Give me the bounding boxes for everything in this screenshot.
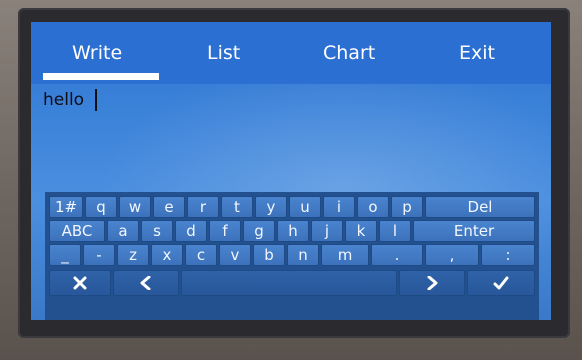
check-icon: [493, 276, 509, 290]
key-close[interactable]: [49, 270, 111, 296]
key-l[interactable]: l: [379, 220, 411, 242]
key-confirm[interactable]: [467, 270, 535, 296]
key-v[interactable]: v: [219, 244, 251, 266]
key-p[interactable]: p: [391, 196, 423, 218]
key-a[interactable]: a: [107, 220, 139, 242]
device-frame: Write List Chart Exit hello 1# q w e r t…: [0, 0, 582, 360]
key-y[interactable]: y: [255, 196, 287, 218]
key-r[interactable]: r: [187, 196, 219, 218]
key-space[interactable]: [181, 270, 397, 296]
key-cursor-right[interactable]: [399, 270, 465, 296]
key-n[interactable]: n: [287, 244, 319, 266]
tab-list[interactable]: List: [207, 42, 240, 64]
key-m[interactable]: m: [321, 244, 369, 266]
tab-chart[interactable]: Chart: [323, 42, 375, 64]
key-s[interactable]: s: [141, 220, 173, 242]
arrow-left-icon: [140, 276, 151, 290]
key-period[interactable]: .: [371, 244, 423, 266]
key-e[interactable]: e: [153, 196, 185, 218]
tab-write[interactable]: Write: [72, 42, 122, 64]
editor-text: hello: [43, 90, 85, 110]
key-symbols[interactable]: 1#: [49, 196, 83, 218]
on-screen-keyboard: 1# q w e r t y u i o p Del ABC a s d f g…: [45, 192, 539, 320]
key-k[interactable]: k: [345, 220, 377, 242]
arrow-right-icon: [427, 276, 438, 290]
key-x[interactable]: x: [151, 244, 183, 266]
key-t[interactable]: t: [221, 196, 253, 218]
tab-bar: Write List Chart Exit: [31, 22, 551, 84]
key-h[interactable]: h: [277, 220, 309, 242]
key-enter[interactable]: Enter: [413, 220, 535, 242]
key-b[interactable]: b: [253, 244, 285, 266]
text-editor[interactable]: hello: [31, 84, 551, 192]
key-colon[interactable]: :: [481, 244, 535, 266]
key-z[interactable]: z: [117, 244, 149, 266]
key-minus[interactable]: -: [83, 244, 115, 266]
close-icon: [73, 276, 87, 290]
key-g[interactable]: g: [243, 220, 275, 242]
text-cursor: [95, 89, 97, 111]
key-u[interactable]: u: [289, 196, 321, 218]
touch-screen: Write List Chart Exit hello 1# q w e r t…: [31, 22, 551, 320]
key-d[interactable]: d: [175, 220, 207, 242]
key-comma[interactable]: ,: [425, 244, 479, 266]
key-cursor-left[interactable]: [113, 270, 179, 296]
key-q[interactable]: q: [85, 196, 117, 218]
active-tab-indicator: [43, 73, 159, 80]
key-underscore[interactable]: _: [49, 244, 81, 266]
key-f[interactable]: f: [209, 220, 241, 242]
key-w[interactable]: w: [119, 196, 151, 218]
key-abc[interactable]: ABC: [49, 220, 105, 242]
key-delete[interactable]: Del: [425, 196, 535, 218]
key-i[interactable]: i: [323, 196, 355, 218]
key-o[interactable]: o: [357, 196, 389, 218]
key-j[interactable]: j: [311, 220, 343, 242]
tab-exit[interactable]: Exit: [459, 42, 495, 64]
key-c[interactable]: c: [185, 244, 217, 266]
